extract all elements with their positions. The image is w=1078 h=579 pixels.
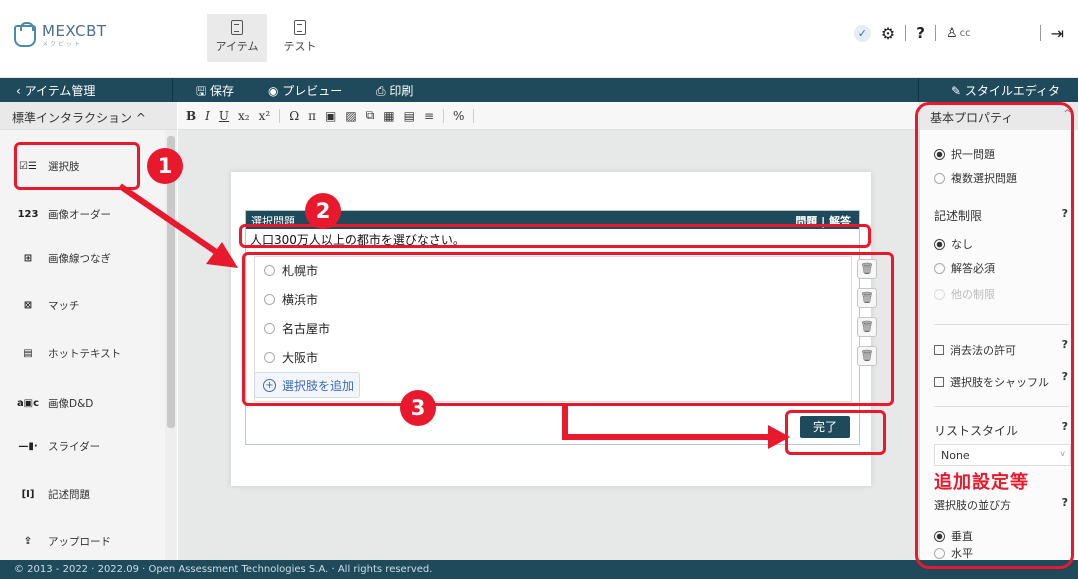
- hottext-icon: ▤: [23, 347, 33, 359]
- interaction-drag-drop[interactable]: a▣c 画像D&D: [14, 388, 93, 418]
- interaction-label: スライダー: [48, 440, 101, 453]
- align-button[interactable]: ≡: [424, 109, 434, 123]
- header-divider: [1039, 25, 1041, 41]
- interaction-upload[interactable]: ⇪ アップロード: [14, 526, 111, 556]
- underline-button[interactable]: U: [219, 109, 229, 123]
- interaction-label: マッチ: [48, 299, 80, 312]
- logo-text: MEXCBT: [42, 22, 107, 40]
- bold-button[interactable]: B: [186, 109, 196, 123]
- interaction-text-entry[interactable]: [I] 記述問題: [14, 479, 90, 509]
- preview-label: プレビュー: [282, 84, 343, 98]
- interaction-label: 記述問題: [48, 488, 90, 501]
- print-label: 印刷: [389, 84, 414, 98]
- interaction-panel-header[interactable]: 標準インタラクション ^: [0, 102, 177, 130]
- eye-icon: ◉: [268, 84, 283, 98]
- annotation-box-properties: [915, 102, 1074, 569]
- italic-button[interactable]: I: [205, 109, 210, 123]
- order-icon: 123: [17, 208, 39, 220]
- rich-text-toolbar: B I U x₂ x² Ω π ▣ ▨ ⧉ ▦ ▤ ≡ %: [178, 102, 919, 130]
- back-to-items-link[interactable]: ‹ アイテム管理: [16, 82, 95, 99]
- interaction-label: 画像線つなぎ: [48, 252, 111, 265]
- annotation-box-done: [785, 410, 886, 455]
- annotation-number-1: 1: [147, 148, 183, 184]
- object-button[interactable]: ⧉: [366, 108, 375, 123]
- settings-gear-icon[interactable]: ⚙: [881, 24, 895, 43]
- table-button[interactable]: ▦: [383, 109, 394, 123]
- nav-tab-test[interactable]: テスト: [270, 14, 330, 62]
- logo-text-wrap: MEXCBT メクビット: [42, 22, 107, 49]
- annotation-box-choice: [14, 142, 140, 190]
- interaction-panel-title: 標準インタラクション: [12, 111, 133, 125]
- text-entry-icon: [I]: [21, 488, 35, 500]
- nav-tab-items-label: アイテム: [215, 40, 259, 53]
- drag-drop-icon: a▣c: [16, 397, 40, 409]
- interaction-label: 画像D&D: [48, 397, 94, 410]
- check-icon[interactable]: ✓: [853, 24, 871, 42]
- header-divider: [905, 25, 907, 41]
- toolbar-separator: [279, 108, 281, 123]
- save-button[interactable]: 🖫 保存: [196, 82, 234, 103]
- logo[interactable]: MEXCBT メクビット: [14, 22, 107, 49]
- nav-tab-items[interactable]: アイテム: [207, 14, 267, 62]
- user-name[interactable]: cc: [960, 28, 1030, 39]
- print-button[interactable]: ⎙ 印刷: [376, 82, 413, 99]
- special-char-button[interactable]: Ω: [289, 109, 299, 123]
- media-button[interactable]: ▣: [325, 109, 336, 123]
- save-icon: 🖫: [196, 84, 211, 98]
- upload-icon: ⇪: [23, 535, 33, 547]
- slider-icon: —▮·: [18, 440, 38, 452]
- style-editor-button[interactable]: ✎ スタイルエディタ: [951, 82, 1060, 99]
- app-root: MEXCBT メクビット アイテム テスト ✓ ⚙ ? ♙ cc ⇥ ‹ アイテ…: [0, 0, 1078, 579]
- top-header: MEXCBT メクビット アイテム テスト ✓ ⚙ ? ♙ cc ⇥: [0, 0, 1078, 78]
- help-icon[interactable]: ?: [916, 24, 925, 42]
- image-button[interactable]: ▨: [345, 109, 356, 123]
- annotation-box-choices: [242, 252, 894, 406]
- interaction-hottext[interactable]: ▤ ホットテキスト: [14, 338, 121, 368]
- preview-button[interactable]: ◉ プレビュー: [268, 82, 342, 99]
- logo-icon: [14, 22, 36, 47]
- interaction-order[interactable]: 123 画像オーダー: [14, 199, 111, 229]
- chevron-up-icon: ^: [135, 111, 146, 125]
- toolbar-divider: [918, 78, 919, 102]
- items-icon: [231, 20, 243, 35]
- match-icon: ⊠: [23, 299, 33, 311]
- tooltip-button[interactable]: ▤: [404, 109, 415, 123]
- annotation-number-3: 3: [400, 390, 436, 426]
- annotation-number-2: 2: [305, 193, 341, 229]
- nav-tab-test-label: テスト: [283, 40, 317, 53]
- footer: © 2013 - 2022 · 2022.09 · Open Assessmen…: [0, 560, 1078, 579]
- logout-icon[interactable]: ⇥: [1051, 24, 1064, 43]
- interaction-match[interactable]: ⊠ マッチ: [14, 290, 80, 320]
- header-divider: [934, 25, 936, 41]
- save-label: 保存: [210, 84, 235, 98]
- logo-subtext: メクビット: [42, 41, 83, 48]
- match-lines-icon: ⊞: [23, 252, 33, 264]
- superscript-button[interactable]: x²: [259, 109, 271, 123]
- user-icon[interactable]: ♙: [946, 26, 958, 41]
- header-actions: ✓ ⚙ ? ♙ cc ⇥: [853, 20, 1078, 46]
- test-icon: [294, 20, 306, 35]
- interaction-slider[interactable]: —▮· スライダー: [14, 431, 100, 461]
- toolbar-divider: [172, 78, 173, 102]
- link-button[interactable]: %: [453, 109, 464, 123]
- action-toolbar: ‹ アイテム管理 🖫 保存 ◉ プレビュー ⎙ 印刷 ✎ スタイルエディタ: [0, 78, 1078, 102]
- math-button[interactable]: π: [308, 109, 316, 123]
- brush-icon: ✎: [950, 84, 965, 98]
- subscript-button[interactable]: x₂: [238, 109, 250, 123]
- interaction-match-lines[interactable]: ⊞ 画像線つなぎ: [14, 243, 111, 273]
- interaction-label: ホットテキスト: [48, 347, 122, 360]
- annotation-box-prompt: [239, 224, 871, 248]
- style-editor-label: スタイルエディタ: [964, 84, 1060, 98]
- toolbar-separator: [443, 108, 445, 123]
- interaction-label: アップロード: [48, 535, 111, 548]
- print-icon: ⎙: [376, 84, 390, 98]
- interaction-label: 画像オーダー: [48, 208, 111, 221]
- toolbar-separator: [473, 108, 475, 123]
